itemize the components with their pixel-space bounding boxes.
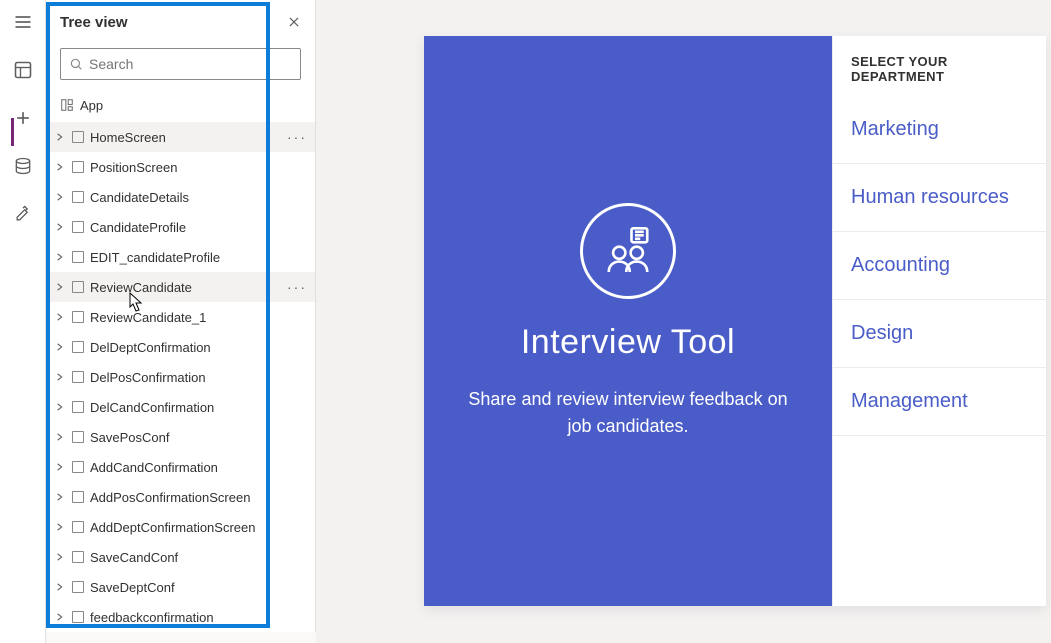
screen-icon — [72, 311, 84, 323]
chevron-right-icon — [54, 583, 66, 591]
chevron-right-icon — [54, 343, 66, 351]
screen-icon — [72, 401, 84, 413]
tree-item-label: feedbackconfirmation — [90, 610, 214, 625]
chevron-right-icon — [54, 193, 66, 201]
tree-item-label: SaveDeptConf — [90, 580, 175, 595]
chevron-right-icon — [54, 283, 66, 291]
tree-item[interactable]: CandidateDetails — [46, 182, 315, 212]
hero-icon — [580, 203, 676, 299]
tree-item-label: AddCandConfirmation — [90, 460, 218, 475]
screen-icon — [72, 191, 84, 203]
tree-item[interactable]: CandidateProfile — [46, 212, 315, 242]
screen-icon — [72, 341, 84, 353]
tree-item[interactable]: AddCandConfirmation — [46, 452, 315, 482]
data-icon[interactable] — [11, 154, 35, 178]
chevron-right-icon — [54, 463, 66, 471]
app-preview: Interview Tool Share and review intervie… — [424, 36, 1046, 606]
screen-icon — [72, 371, 84, 383]
tree-panel: Tree view App HomeScreen ··· PositionScr… — [46, 0, 316, 632]
close-panel-button[interactable] — [282, 10, 306, 34]
hero-title: Interview Tool — [521, 323, 735, 362]
canvas: Interview Tool Share and review intervie… — [316, 0, 1051, 643]
tree-item[interactable]: SaveDeptConf — [46, 572, 315, 602]
tree-item-label: HomeScreen — [90, 130, 166, 145]
search-input[interactable] — [89, 56, 292, 72]
tree-item-label: PositionScreen — [90, 160, 177, 175]
tree-item-label: DelPosConfirmation — [90, 370, 206, 385]
tree-item[interactable]: DelCandConfirmation — [46, 392, 315, 422]
left-rail — [0, 0, 46, 643]
tree-item[interactable]: DelPosConfirmation — [46, 362, 315, 392]
screen-icon — [72, 611, 84, 623]
chevron-right-icon — [54, 613, 66, 621]
screen-icon — [72, 161, 84, 173]
tree-item[interactable]: SaveCandConf — [46, 542, 315, 572]
chevron-right-icon — [54, 433, 66, 441]
tree-panel-title: Tree view — [60, 14, 128, 31]
tree-item[interactable]: SavePosConf — [46, 422, 315, 452]
tree-item-label: DelDeptConfirmation — [90, 340, 211, 355]
dept-panel: SELECT YOUR DEPARTMENT MarketingHuman re… — [832, 36, 1046, 606]
chevron-right-icon — [54, 523, 66, 531]
tree-item-label: CandidateDetails — [90, 190, 189, 205]
hamburger-icon[interactable] — [11, 10, 35, 34]
tree-app-root[interactable]: App — [46, 88, 315, 122]
chevron-right-icon — [54, 493, 66, 501]
tree-item-label: AddDeptConfirmationScreen — [90, 520, 255, 535]
tree-app-label: App — [80, 98, 103, 113]
screen-icon — [72, 131, 84, 143]
chevron-right-icon — [54, 373, 66, 381]
tree-item[interactable]: HomeScreen ··· — [46, 122, 315, 152]
screen-icon — [72, 491, 84, 503]
search-input-wrap[interactable] — [60, 48, 301, 80]
dept-item[interactable]: Accounting — [833, 232, 1046, 300]
dept-item[interactable]: Marketing — [833, 96, 1046, 164]
tree-item-label: SavePosConf — [90, 430, 170, 445]
app-icon — [60, 98, 74, 112]
screen-icon — [72, 551, 84, 563]
tree-item-label: CandidateProfile — [90, 220, 186, 235]
tree-item-label: AddPosConfirmationScreen — [90, 490, 250, 505]
tree-item[interactable]: EDIT_candidateProfile — [46, 242, 315, 272]
more-button[interactable]: ··· — [287, 129, 307, 145]
screen-icon — [72, 221, 84, 233]
search-icon — [69, 57, 83, 71]
screen-icon — [72, 281, 84, 293]
tree-item[interactable]: ReviewCandidate_1 — [46, 302, 315, 332]
hero-subtitle: Share and review interview feedback on j… — [460, 386, 796, 440]
screen-icon — [72, 521, 84, 533]
screen-icon — [72, 581, 84, 593]
tree-item[interactable]: ReviewCandidate ··· — [46, 272, 315, 302]
dept-item[interactable]: Management — [833, 368, 1046, 436]
chevron-right-icon — [54, 133, 66, 141]
dept-item[interactable]: Design — [833, 300, 1046, 368]
tree-item-label: ReviewCandidate — [90, 280, 192, 295]
screen-icon — [72, 461, 84, 473]
tree-view-icon[interactable] — [11, 58, 35, 82]
tree-item-label: DelCandConfirmation — [90, 400, 214, 415]
chevron-right-icon — [54, 163, 66, 171]
insert-icon[interactable] — [11, 106, 35, 130]
tree-item[interactable]: PositionScreen — [46, 152, 315, 182]
tree-item-label: ReviewCandidate_1 — [90, 310, 206, 325]
tree-item-label: SaveCandConf — [90, 550, 178, 565]
chevron-right-icon — [54, 553, 66, 561]
chevron-right-icon — [54, 313, 66, 321]
chevron-right-icon — [54, 253, 66, 261]
tree-body: App HomeScreen ··· PositionScreen Candid… — [46, 88, 315, 632]
dept-item[interactable]: Human resources — [833, 164, 1046, 232]
hero-panel: Interview Tool Share and review intervie… — [424, 36, 832, 606]
chevron-right-icon — [54, 223, 66, 231]
screen-icon — [72, 431, 84, 443]
chevron-right-icon — [54, 403, 66, 411]
screen-icon — [72, 251, 84, 263]
tools-icon[interactable] — [11, 202, 35, 226]
dept-header: SELECT YOUR DEPARTMENT — [833, 36, 1046, 96]
tree-item[interactable]: AddDeptConfirmationScreen — [46, 512, 315, 542]
tree-item[interactable]: feedbackconfirmation — [46, 602, 315, 632]
tree-item-label: EDIT_candidateProfile — [90, 250, 220, 265]
tree-item[interactable]: AddPosConfirmationScreen — [46, 482, 315, 512]
tree-item[interactable]: DelDeptConfirmation — [46, 332, 315, 362]
more-button[interactable]: ··· — [287, 279, 307, 295]
